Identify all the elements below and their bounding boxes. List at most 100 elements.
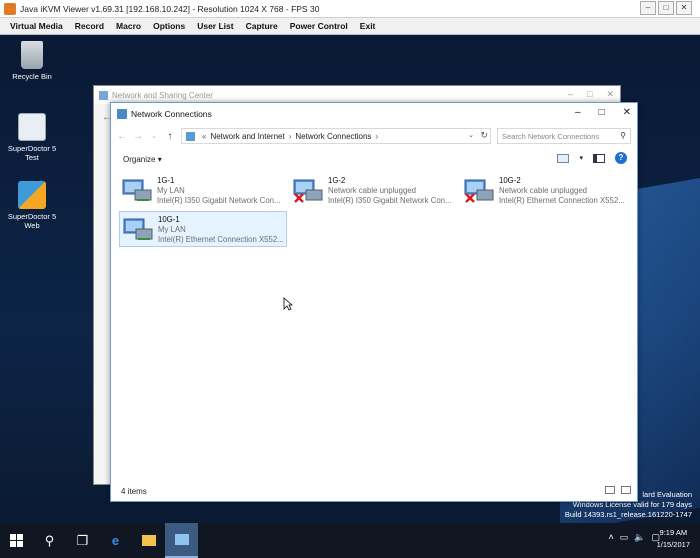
file-explorer-button[interactable] xyxy=(132,523,165,558)
adapter-name: 10G-2 xyxy=(499,176,521,185)
address-dropdown-icon[interactable]: ⌄ xyxy=(468,131,474,139)
superdoctor-icon xyxy=(18,113,46,141)
organize-button[interactable]: Organize ▾ xyxy=(123,155,162,164)
address-bar-row: ← → ⌄ ↑ « Network and Internet › Network… xyxy=(111,125,637,147)
maximize-button[interactable]: □ xyxy=(587,89,592,100)
close-button[interactable]: ✕ xyxy=(676,1,692,15)
menu-exit[interactable]: Exit xyxy=(360,21,376,31)
minimize-button[interactable]: – xyxy=(575,107,581,118)
edge-icon: e xyxy=(111,533,120,548)
help-icon[interactable]: ? xyxy=(615,152,627,164)
search-icon: ⚲ xyxy=(620,131,626,140)
item-count: 4 items xyxy=(121,486,147,496)
adapter-item[interactable]: 1G-2 Network cable unplugged Intel(R) I3… xyxy=(290,173,458,209)
network-connections-icon xyxy=(174,534,189,545)
task-view-button[interactable]: ❐ xyxy=(66,523,99,558)
view-dropdown-icon[interactable]: ▾ xyxy=(579,154,583,162)
adapter-name: 1G-2 xyxy=(328,176,346,185)
menu-power-control[interactable]: Power Control xyxy=(290,21,348,31)
adapter-name: 1G-1 xyxy=(157,176,175,185)
network-adapter-icon xyxy=(122,179,152,201)
mouse-cursor-icon xyxy=(283,297,293,311)
menu-options[interactable]: Options xyxy=(153,21,185,31)
refresh-icon[interactable]: ↻ xyxy=(480,130,488,141)
menu-capture[interactable]: Capture xyxy=(246,21,278,31)
volume-icon[interactable]: 🔈 xyxy=(634,532,645,543)
close-button[interactable]: ✕ xyxy=(623,107,631,118)
up-arrow-icon[interactable]: ↑ xyxy=(165,131,175,142)
network-adapter-unplugged-icon xyxy=(293,179,323,203)
menu-user-list[interactable]: User List xyxy=(197,21,233,31)
network-connections-window[interactable]: Network Connections – □ ✕ ← → ⌄ ↑ « Netw… xyxy=(110,102,638,502)
recycle-bin-icon xyxy=(21,41,43,69)
adapter-item[interactable]: 10G-2 Network cable unplugged Intel(R) E… xyxy=(461,173,629,209)
watermark-line: Build 14393.rs1_release.161220-1747 xyxy=(564,510,692,519)
desktop-icon-label: SuperDoctor 5 Test xyxy=(7,144,57,162)
network-connections-taskbar-button[interactable] xyxy=(165,523,198,558)
adapter-device: Intel(R) I350 Gigabit Network Con... xyxy=(157,196,281,205)
close-button[interactable]: ✕ xyxy=(606,89,614,100)
network-connections-icon xyxy=(117,109,127,119)
adapter-status: Network cable unplugged xyxy=(499,186,587,195)
window-title: Network Connections xyxy=(131,109,212,119)
search-placeholder: Search Network Connections xyxy=(502,132,600,141)
search-input[interactable]: Search Network Connections ⚲ xyxy=(497,128,631,144)
command-bar: Organize ▾ ▾ ? xyxy=(111,147,637,171)
breadcrumb-network-connections[interactable]: Network Connections xyxy=(295,132,371,141)
desktop-icon-superdoctor-test[interactable]: SuperDoctor 5 Test xyxy=(2,113,62,162)
clock-time: 9:19 AM xyxy=(659,528,688,537)
forward-arrow-icon[interactable]: → xyxy=(133,131,143,142)
network-icon xyxy=(99,90,108,100)
adapter-item[interactable]: 1G-1 My LAN Intel(R) I350 Gigabit Networ… xyxy=(119,173,287,209)
window-title: Java iKVM Viewer v1.69.31 [192.168.10.24… xyxy=(20,3,320,14)
control-panel-icon xyxy=(186,131,195,141)
search-button[interactable]: ⚲ xyxy=(33,523,66,558)
details-view-icon[interactable] xyxy=(605,486,615,494)
network-adapter-icon xyxy=(123,218,153,240)
fg-titlebar: Network Connections xyxy=(111,103,637,125)
preview-pane-icon[interactable] xyxy=(593,153,605,163)
back-arrow-icon[interactable]: ← xyxy=(117,131,127,142)
change-view-icon[interactable] xyxy=(557,153,570,163)
adapter-name: 10G-1 xyxy=(158,215,180,224)
adapter-status: My LAN xyxy=(157,186,185,195)
large-icons-view-icon[interactable] xyxy=(621,486,631,494)
java-icon xyxy=(4,2,16,15)
superdoctor-web-icon xyxy=(18,181,46,209)
network-adapter-unplugged-icon xyxy=(464,179,494,203)
network-tray-icon[interactable]: ▭ xyxy=(620,532,629,543)
breadcrumb-network-internet[interactable]: Network and Internet xyxy=(210,132,284,141)
adapter-list: 1G-1 My LAN Intel(R) I350 Gigabit Networ… xyxy=(111,171,637,483)
minimize-button[interactable]: – xyxy=(568,89,573,100)
clock-date: 1/15/2017 xyxy=(656,540,690,549)
start-button[interactable] xyxy=(0,523,33,558)
bg-window-title: Network and Sharing Center xyxy=(112,90,213,100)
adapter-status: Network cable unplugged xyxy=(328,186,416,195)
menu-macro[interactable]: Macro xyxy=(116,21,141,31)
adapter-device: Intel(R) I350 Gigabit Network Con... xyxy=(328,196,452,205)
menu-virtual-media[interactable]: Virtual Media xyxy=(10,21,63,31)
recent-dropdown-icon[interactable]: ⌄ xyxy=(149,132,159,140)
taskbar: ⚲ ❐ e ˄ ▭ 🔈 ▢ 9:19 AM 1/15/2017 xyxy=(0,523,700,558)
adapter-device: Intel(R) Ethernet Connection X552... xyxy=(499,196,625,205)
clock[interactable]: 9:19 AM 1/15/2017 xyxy=(657,527,690,551)
address-bar[interactable]: « Network and Internet › Network Connect… xyxy=(181,128,491,144)
search-icon: ⚲ xyxy=(44,532,55,548)
maximize-button[interactable]: □ xyxy=(599,107,605,118)
adapter-status: My LAN xyxy=(158,225,186,234)
adapter-item[interactable]: 10G-1 My LAN Intel(R) Ethernet Connectio… xyxy=(119,211,287,247)
maximize-button[interactable]: □ xyxy=(658,1,674,15)
chevron-up-icon[interactable]: ˄ xyxy=(608,532,613,543)
desktop-icon-recycle-bin[interactable]: Recycle Bin xyxy=(2,41,62,81)
menu-record[interactable]: Record xyxy=(75,21,104,31)
status-bar: 4 items xyxy=(111,481,637,501)
minimize-button[interactable]: – xyxy=(640,1,656,15)
system-tray: ˄ ▭ 🔈 ▢ xyxy=(608,532,660,543)
edge-button[interactable]: e xyxy=(99,523,132,558)
desktop-icon-superdoctor-web[interactable]: SuperDoctor 5 Web xyxy=(2,181,62,230)
desktop-icon-label: SuperDoctor 5 Web xyxy=(7,212,57,230)
java-titlebar: Java iKVM Viewer v1.69.31 [192.168.10.24… xyxy=(0,0,700,18)
folder-icon xyxy=(141,535,156,546)
organize-label: Organize xyxy=(123,154,156,164)
desktop-icon-label: Recycle Bin xyxy=(12,72,52,81)
